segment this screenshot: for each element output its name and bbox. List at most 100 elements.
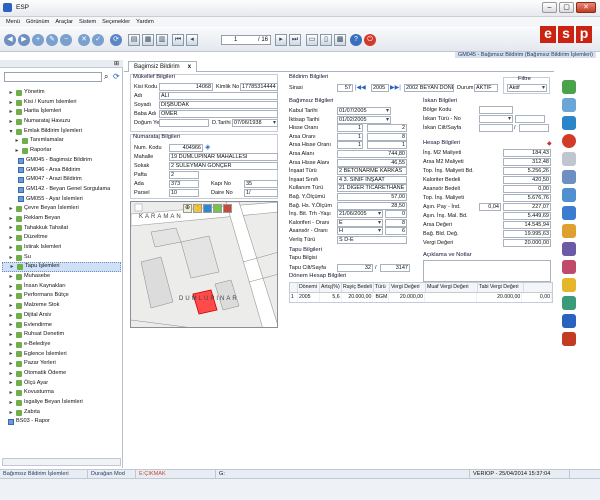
tree-item[interactable]: ▸ Muhasebe xyxy=(2,272,121,282)
numeric-field[interactable]: 744,80 xyxy=(337,150,407,158)
occupancy-type-select[interactable] xyxy=(479,115,513,123)
tree-item[interactable]: ▸ Tapu İşlemleri xyxy=(2,262,121,273)
ratio-numerator-field[interactable]: 1 xyxy=(337,124,363,133)
archive-icon[interactable] xyxy=(562,260,576,274)
column-header[interactable]: Tabi Vergi Değeri xyxy=(478,283,524,292)
surname-field[interactable]: DİŞBUDAK xyxy=(159,101,278,109)
deed-page-field[interactable]: 3147 xyxy=(380,264,410,272)
tree-item[interactable]: BS03 - Rapor xyxy=(2,417,121,427)
tab-close-icon[interactable]: x xyxy=(188,64,191,70)
tree-item[interactable]: ▸ Eglence İslemleri xyxy=(2,350,121,360)
tree-item[interactable]: ▸ Isgaliye Beyan İslemleri xyxy=(2,398,121,408)
date-select[interactable]: 01/07/2005 xyxy=(337,107,391,115)
table-row[interactable]: 1 2005 5,6 20.000,00 BGM 20.000,00 20.000,00 0,… xyxy=(290,293,552,302)
tree-item[interactable]: ▸ Su xyxy=(2,253,121,263)
numeric-field[interactable]: 46,55 xyxy=(337,158,407,167)
period-field[interactable]: 2002 BEYAN DÖNEMI xyxy=(404,84,454,92)
amount-field[interactable]: 14.545,94 xyxy=(503,221,551,229)
folder-icon[interactable] xyxy=(562,278,576,292)
forward-icon[interactable]: ▶ xyxy=(18,34,30,46)
option-select[interactable]: E xyxy=(337,218,383,227)
amount-field[interactable]: 5.449,69 xyxy=(503,212,551,220)
deed-volume-field[interactable]: 32 xyxy=(337,264,373,272)
next-year-icon[interactable]: ▶▶| xyxy=(390,84,401,91)
menu-item[interactable]: Araçlar xyxy=(55,19,73,25)
layout-icon[interactable]: ▯ xyxy=(320,34,332,46)
apartment-number-field[interactable]: 1/ xyxy=(244,189,278,197)
ratio-denominator-field[interactable]: 1 xyxy=(367,141,407,150)
new-record-icon[interactable] xyxy=(562,80,576,94)
first-page-icon[interactable]: ⏮ xyxy=(172,34,184,46)
tree-item[interactable]: ▸ Tanımlamalar xyxy=(2,136,121,146)
amount-field[interactable]: 20.000,00 xyxy=(503,239,551,247)
tree-item[interactable]: ▸ Çevre Beyan İslemleri xyxy=(2,204,121,214)
last-page-icon[interactable]: ⏭ xyxy=(289,34,301,46)
add-icon[interactable]: + xyxy=(32,34,44,46)
amount-field[interactable]: 184,43 xyxy=(503,149,551,157)
tree-item[interactable]: ▸ Malzeme Stok xyxy=(2,301,121,311)
menu-item[interactable]: Görünüm xyxy=(26,19,49,25)
occupancy-page-field[interactable] xyxy=(519,124,549,132)
refresh-tree-icon[interactable]: ⟳ xyxy=(113,72,120,81)
column-header[interactable]: Muaf Vergi Değeri xyxy=(426,283,478,292)
occupancy-number-field[interactable] xyxy=(515,115,545,123)
delete-icon[interactable]: − xyxy=(60,34,72,46)
rate-field[interactable]: 8 xyxy=(385,218,407,227)
column-header[interactable]: Vergi Değeri xyxy=(390,283,426,292)
tree-item[interactable]: ▸ Performans Bütçe xyxy=(2,291,121,301)
tree-item[interactable]: ▸ Harita İşlemleri xyxy=(2,107,121,117)
print-map-icon[interactable] xyxy=(223,204,232,213)
calculate-icon[interactable]: ◆ xyxy=(547,140,552,147)
status-field[interactable]: AKTIF xyxy=(474,84,498,92)
tree-item[interactable]: ▸ Düzeltme xyxy=(2,233,121,243)
tree-item[interactable]: GM047 - Arazi Bildirim xyxy=(2,175,121,185)
tree-item[interactable]: ▸ Yönetim xyxy=(2,88,121,98)
filter-select[interactable]: Aktif xyxy=(507,84,547,92)
document-icon[interactable] xyxy=(562,152,576,166)
option-select[interactable]: H xyxy=(337,227,383,236)
text-field[interactable]: 4 3. SINIF İNŞAAT xyxy=(337,175,407,184)
year-field[interactable]: 2005 xyxy=(371,84,389,92)
group-icon[interactable] xyxy=(562,224,576,238)
tree-item[interactable]: ▸ Pazar Yerleri xyxy=(2,359,121,369)
pan-icon[interactable]: ✋ xyxy=(193,204,202,213)
save-icon[interactable]: ✓ xyxy=(92,34,104,46)
search-icon[interactable]: ⌕ xyxy=(104,72,108,82)
amount-field[interactable]: 0,00 xyxy=(503,185,551,193)
tree-item[interactable]: ▸ e-Belediye xyxy=(2,340,121,350)
next-page-icon[interactable]: ▸ xyxy=(275,34,287,46)
transfer-icon[interactable] xyxy=(562,206,576,220)
calculate-record-icon[interactable] xyxy=(562,98,576,112)
column-header[interactable] xyxy=(290,283,298,292)
first-name-field[interactable]: ALİ xyxy=(159,92,278,100)
tree-item[interactable]: ▸ Raporlar xyxy=(2,146,121,156)
text-field[interactable]: 21 DİĞER TİCARETHANE VE xyxy=(337,184,407,193)
numeric-field[interactable]: 28,50 xyxy=(337,201,407,210)
pin-icon[interactable]: ⊞ xyxy=(114,61,119,67)
tree-item[interactable]: GM045 - Bagimsiz Bildirim xyxy=(2,156,121,166)
maximize-icon[interactable]: ▢ xyxy=(559,2,574,13)
tab-bagimsiz-bildirim[interactable]: Bagimsiz Bildirim x xyxy=(128,61,198,72)
prev-page-icon[interactable]: ◂ xyxy=(186,34,198,46)
map-lookup-icon[interactable]: ◈ xyxy=(205,143,210,151)
text-field[interactable]: 2 BETONARME KARKAS xyxy=(337,167,407,176)
amount-field[interactable]: 5.676,76 xyxy=(503,194,551,202)
tree-item[interactable]: ▸ Evlendirme xyxy=(2,321,121,331)
print-record-icon[interactable] xyxy=(562,314,576,328)
tree-item[interactable]: GM142 - Beyan Genel Sorgulama xyxy=(2,185,121,195)
back-icon[interactable]: ◀ xyxy=(4,34,16,46)
column-header[interactable]: Artış(%) xyxy=(320,283,342,292)
tree-item[interactable]: GM046 - Arsa Bildirim xyxy=(2,166,121,176)
tree-item[interactable]: ▸ Ruhsat Denetim xyxy=(2,330,121,340)
ratio-numerator-field[interactable]: 1 xyxy=(337,141,363,150)
tree-item[interactable]: ▸ Reklam Beyan xyxy=(2,214,121,224)
export-icon[interactable]: ▥ xyxy=(156,34,168,46)
exit-icon[interactable]: ⏻ xyxy=(364,34,376,46)
preview-icon[interactable]: ▦ xyxy=(142,34,154,46)
tree-item[interactable]: ▾ Emlak Bildirim İşlemleri xyxy=(2,127,121,137)
rate-field[interactable]: 0 xyxy=(385,210,407,219)
tree-item[interactable]: ▸ İnsan Kaynakları xyxy=(2,282,121,292)
neighbourhood-field[interactable]: 19 DUMLUPINAR MAHALLESİ xyxy=(169,153,278,161)
edit-icon[interactable]: ✎ xyxy=(46,34,58,46)
date-select[interactable]: 01/02/2005 xyxy=(337,115,391,124)
